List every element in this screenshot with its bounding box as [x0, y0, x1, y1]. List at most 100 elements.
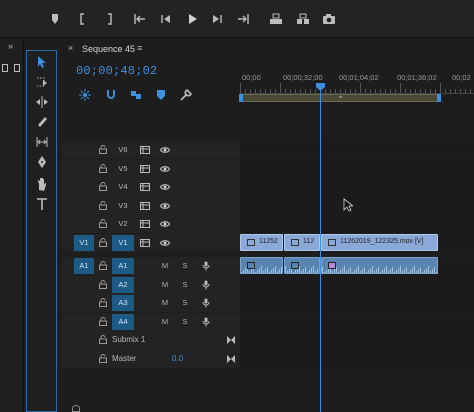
microphone-icon[interactable]	[202, 280, 210, 290]
work-area-grip[interactable]: ≈	[339, 95, 342, 101]
track-lane[interactable]	[240, 312, 474, 331]
eye-icon[interactable]	[160, 202, 170, 210]
track-lane[interactable]	[240, 159, 474, 178]
type-tool-icon[interactable]	[31, 195, 53, 213]
track-lane[interactable]	[240, 215, 474, 233]
mute-button[interactable]: M	[159, 258, 171, 274]
submix-output-icon[interactable]	[226, 335, 236, 345]
go-to-out-icon[interactable]	[235, 12, 251, 26]
go-to-in-icon[interactable]	[132, 12, 148, 26]
camera-icon[interactable]	[321, 12, 337, 26]
sequence-title[interactable]: Sequence 45	[82, 44, 135, 54]
source-patch[interactable]: A1	[74, 258, 94, 274]
mute-button[interactable]: M	[159, 277, 171, 293]
microphone-icon[interactable]	[202, 298, 210, 308]
eye-icon[interactable]	[160, 220, 170, 228]
eye-icon[interactable]	[160, 183, 170, 191]
track-target[interactable]: V6	[112, 142, 134, 158]
lock-icon[interactable]	[99, 279, 107, 289]
eye-icon[interactable]	[160, 239, 170, 247]
mute-button[interactable]: M	[159, 295, 171, 311]
audio-clip[interactable]	[321, 257, 438, 274]
toggle-sync-lock-icon[interactable]	[140, 183, 150, 191]
master-volume-value[interactable]: 0.0	[172, 351, 183, 367]
pen-tool-icon[interactable]	[31, 153, 53, 171]
lock-icon[interactable]	[99, 335, 107, 344]
lock-icon[interactable]	[99, 261, 107, 270]
solo-button[interactable]: S	[179, 295, 191, 311]
work-area-end-handle[interactable]	[437, 94, 441, 102]
mark-in-icon[interactable]	[75, 12, 91, 26]
selection-tool-icon[interactable]	[31, 53, 53, 71]
toggle-sync-lock-icon[interactable]	[140, 238, 150, 247]
playhead-timecode[interactable]: 00;00;48;02	[76, 64, 157, 78]
track-target[interactable]: V5	[112, 161, 134, 177]
add-marker-icon[interactable]	[154, 88, 168, 102]
master-output-icon[interactable]	[226, 354, 236, 364]
track-lane[interactable]	[240, 331, 474, 349]
eye-icon[interactable]	[160, 146, 170, 154]
toggle-sync-lock-icon[interactable]	[140, 201, 150, 210]
step-forward-icon[interactable]	[209, 12, 225, 26]
track-target[interactable]: V2	[112, 216, 134, 232]
ripple-edit-tool-icon[interactable]	[31, 93, 53, 111]
video-clip[interactable]: 11252	[240, 233, 283, 251]
track-target[interactable]: V1	[112, 234, 134, 251]
track-lane[interactable]	[240, 257, 474, 275]
source-patch[interactable]: V1	[74, 234, 94, 251]
work-area-bar[interactable]: ≈	[239, 94, 441, 102]
wrench-icon[interactable]	[179, 88, 193, 102]
track-target[interactable]: V4	[112, 179, 134, 195]
lift-icon[interactable]	[268, 12, 284, 26]
track-lane[interactable]	[240, 275, 474, 294]
lock-icon[interactable]	[99, 182, 107, 191]
track-target[interactable]: A3	[112, 295, 134, 311]
close-icon[interactable]: ×	[68, 43, 73, 53]
zoom-handle-icon[interactable]	[72, 405, 80, 412]
track-target[interactable]: A4	[112, 313, 134, 330]
track-lane[interactable]	[240, 294, 474, 312]
add-marker-icon[interactable]	[47, 12, 63, 26]
play-icon[interactable]	[184, 12, 200, 26]
track-lane[interactable]	[240, 178, 474, 196]
extract-icon[interactable]	[295, 12, 311, 26]
lock-icon[interactable]	[99, 298, 107, 307]
work-area-start-handle[interactable]	[239, 94, 243, 102]
lock-icon[interactable]	[99, 145, 107, 154]
lock-icon[interactable]	[99, 316, 107, 326]
eye-icon[interactable]	[160, 165, 170, 173]
track-target[interactable]: V3	[112, 198, 134, 214]
toggle-sync-lock-icon[interactable]	[140, 146, 150, 154]
solo-button[interactable]: S	[179, 277, 191, 293]
panel-overflow-icon[interactable]: »	[8, 41, 13, 51]
track-lane[interactable]	[240, 141, 474, 159]
track-target[interactable]: A1	[112, 258, 134, 274]
slip-tool-icon[interactable]	[31, 133, 53, 151]
video-clip[interactable]: 11262019_122325.mov [V]	[321, 233, 438, 251]
lock-icon[interactable]	[99, 200, 107, 210]
hand-tool-icon[interactable]	[31, 175, 53, 193]
mark-out-icon[interactable]	[101, 12, 117, 26]
video-clip[interactable]: 112	[284, 233, 320, 251]
lock-icon[interactable]	[99, 163, 107, 173]
toggle-sync-lock-icon[interactable]	[140, 164, 150, 173]
nest-sequence-icon[interactable]	[78, 88, 92, 102]
panel-menu-icon[interactable]: ≡	[137, 43, 142, 53]
track-lane[interactable]: 11252 112 11262019_122325.mov [V]	[240, 233, 474, 252]
razor-tool-icon[interactable]	[31, 113, 53, 131]
linked-selection-icon[interactable]	[129, 88, 143, 102]
sequence-tab[interactable]: × Sequence 45 ≡	[60, 39, 474, 59]
lock-icon[interactable]	[99, 219, 107, 228]
solo-button[interactable]: S	[179, 314, 191, 330]
mute-button[interactable]: M	[159, 314, 171, 330]
audio-clip[interactable]	[240, 257, 283, 274]
snap-icon[interactable]	[104, 88, 118, 102]
track-select-tool-icon[interactable]	[31, 73, 53, 91]
track-target[interactable]: A2	[112, 276, 134, 293]
track-lane[interactable]	[240, 196, 474, 215]
microphone-icon[interactable]	[202, 261, 210, 271]
track-lane[interactable]	[240, 350, 474, 368]
microphone-icon[interactable]	[202, 317, 210, 327]
lock-icon[interactable]	[99, 237, 107, 247]
audio-clip[interactable]	[284, 257, 320, 274]
